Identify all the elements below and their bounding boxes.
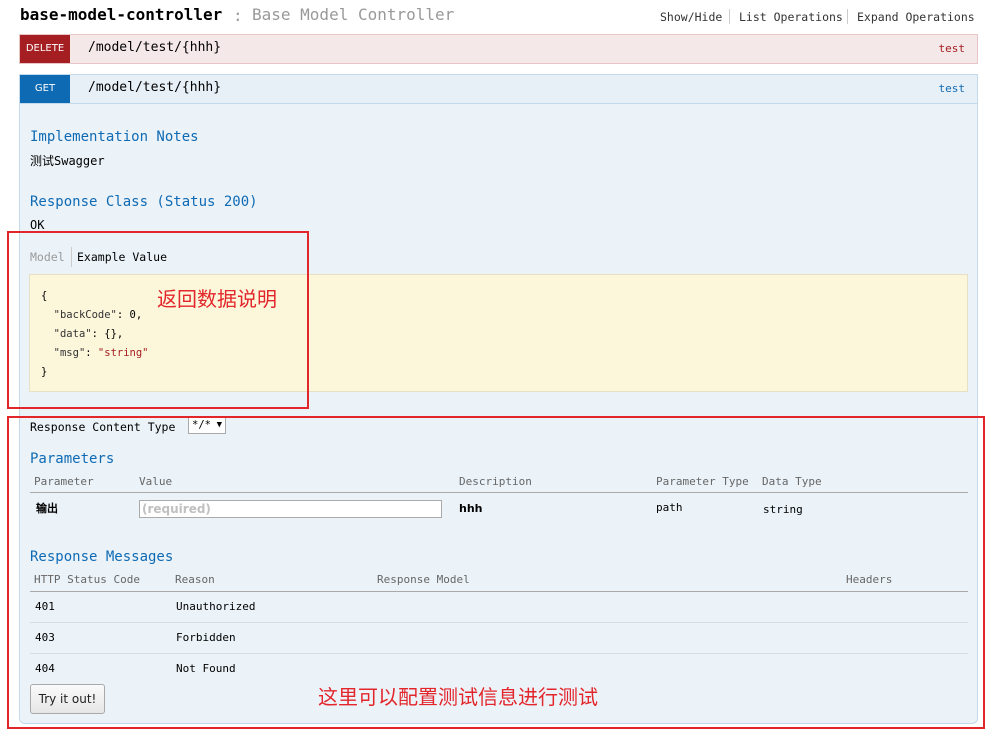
expand-operations-link[interactable]: Expand Operations: [857, 10, 975, 24]
operation-tag-link[interactable]: test: [939, 82, 966, 95]
list-operations-link[interactable]: List Operations: [739, 10, 843, 24]
operation-path[interactable]: /model/test/{hhh}: [88, 80, 221, 95]
annotation-text-response: 返回数据说明: [157, 287, 277, 311]
implementation-notes-text: 测试Swagger: [30, 154, 105, 168]
response-status-text: OK: [30, 218, 45, 232]
operation-tag-link[interactable]: test: [939, 42, 966, 55]
controller-name[interactable]: base-model-controller: [20, 5, 222, 24]
controller-separator: :: [233, 6, 243, 25]
response-class-title: Response Class (Status 200): [30, 194, 258, 210]
implementation-notes-title: Implementation Notes: [30, 129, 199, 145]
delete-operation-bar[interactable]: DELETE /model/test/{hhh} test: [19, 34, 978, 64]
annotation-box-response: [7, 231, 309, 409]
link-divider: [729, 9, 730, 24]
annotation-text-test: 这里可以配置测试信息进行测试: [318, 685, 598, 709]
get-operation-bar[interactable]: GET /model/test/{hhh} test: [19, 74, 978, 104]
get-method-badge[interactable]: GET: [20, 75, 70, 103]
operation-path[interactable]: /model/test/{hhh}: [88, 40, 221, 55]
link-divider: [847, 9, 848, 24]
delete-method-badge[interactable]: DELETE: [20, 35, 70, 63]
show-hide-link[interactable]: Show/Hide: [660, 10, 722, 24]
controller-description: Base Model Controller: [252, 5, 455, 24]
